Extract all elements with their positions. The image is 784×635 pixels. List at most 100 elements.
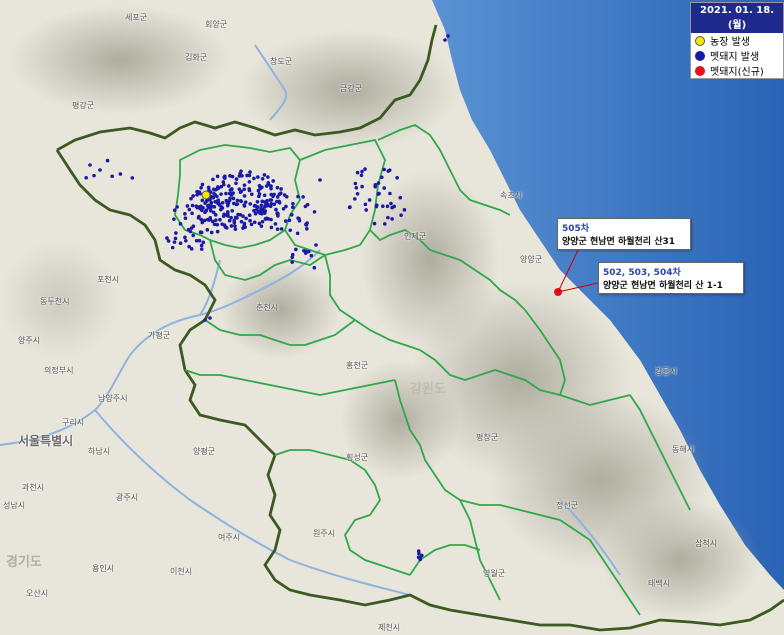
wild-boar-case-dot: [242, 187, 246, 192]
wild-boar-case-dot: [211, 177, 215, 182]
wild-boar-case-dot: [175, 205, 179, 209]
wild-boar-case-dot: [382, 186, 387, 190]
place-label: 가평군: [148, 331, 171, 340]
wild-boar-case-dot: [194, 238, 199, 243]
wild-boar-case-dot: [275, 195, 280, 199]
wild-boar-case-dot: [230, 187, 234, 191]
wild-boar-case-dot: [229, 224, 234, 228]
legend-label: 농장 발생: [710, 37, 750, 48]
wild-boar-case-dot: [249, 192, 254, 197]
wild-boar-case-dot: [216, 185, 220, 189]
wild-boar-case-dot: [247, 213, 252, 218]
wild-boar-marker-icon: [695, 50, 705, 61]
place-label: 구리시: [62, 418, 85, 427]
wild-boar-case-dot: [242, 194, 247, 198]
wild-boar-case-dot: [374, 204, 379, 209]
wild-boar-case-dot: [183, 212, 187, 216]
wild-boar-case-dot: [359, 173, 364, 178]
wild-boar-case-dot: [253, 203, 257, 208]
legend-item-farm: 농장 발생: [691, 33, 783, 48]
wild-boar-case-dot: [260, 219, 265, 224]
wild-boar-case-dot: [215, 194, 219, 199]
wild-boar-case-dot: [231, 196, 236, 201]
wild-boar-case-dot: [272, 202, 277, 207]
wild-boar-case-dot: [291, 201, 295, 206]
wild-boar-case-dot: [189, 226, 194, 230]
callout-502-504: 502, 503, 504차 양양군 현남면 하월천리 산 1-1: [598, 262, 744, 294]
wild-boar-case-dot: [225, 212, 230, 217]
wild-boar-case-dot: [238, 213, 243, 217]
wild-boar-case-dot: [187, 244, 191, 249]
wild-boar-case-dot: [208, 217, 212, 222]
wild-boar-case-dot: [312, 265, 317, 270]
wild-boar-case-dot: [174, 231, 178, 235]
wild-boar-case-dot: [218, 217, 222, 222]
wild-boar-case-dot: [165, 236, 169, 240]
wild-boar-case-dot: [235, 198, 240, 203]
wild-boar-case-dot: [199, 247, 204, 251]
place-label: 횡성군: [346, 453, 369, 462]
wild-boar-case-dot: [220, 200, 225, 205]
wild-boar-case-dot: [244, 216, 248, 221]
wild-boar-case-dot: [172, 208, 177, 213]
legend-label: 멧돼지 발생: [710, 52, 760, 63]
wild-boar-case-dot: [209, 230, 214, 235]
wild-boar-case-dot: [230, 209, 235, 213]
wild-boar-case-dot: [294, 247, 298, 252]
wild-boar-case-dot: [272, 192, 276, 197]
wild-boar-case-dot: [275, 199, 279, 204]
new-wild-boar-marker-icon: [695, 65, 705, 76]
wild-boar-case-dot: [309, 253, 314, 258]
wild-boar-case-dot: [269, 225, 274, 230]
wild-boar-case-dot: [266, 175, 270, 179]
wild-boar-case-dot: [281, 206, 286, 211]
wild-boar-case-dot: [395, 175, 399, 180]
wild-boar-case-dot: [203, 318, 207, 322]
wild-boar-case-dot: [376, 192, 381, 196]
wild-boar-case-dot: [200, 182, 205, 187]
place-label: 여주시: [218, 533, 241, 542]
wild-boar-case-dot: [198, 230, 203, 235]
wild-boar-case-dot: [271, 179, 276, 183]
wild-boar-case-dot: [219, 184, 224, 189]
wild-boar-case-dot: [269, 217, 273, 222]
wild-boar-case-dot: [118, 172, 123, 176]
callout-location: 양양군 현남면 하월천리 산 1-1: [603, 281, 723, 291]
wild-boar-case-dot: [289, 212, 294, 217]
wild-boar-case-dot: [221, 214, 226, 218]
wild-boar-case-dot: [88, 163, 92, 167]
wild-boar-case-dot: [249, 222, 254, 227]
wild-boar-case-dot: [312, 210, 317, 214]
place-label: 회양군: [205, 20, 228, 29]
wild-boar-case-dot: [211, 187, 216, 192]
wild-boar-case-dot: [260, 199, 265, 204]
wild-boar-case-dot: [386, 215, 390, 220]
wild-boar-case-dot: [263, 209, 268, 213]
wild-boar-case-dot: [257, 192, 262, 196]
wild-boar-case-dot: [233, 224, 237, 228]
place-label: 양주시: [18, 336, 41, 345]
wild-boar-case-dot: [243, 200, 248, 204]
wild-boar-case-dot: [262, 173, 267, 177]
wild-boar-case-dot: [443, 38, 447, 42]
wild-boar-case-dot: [239, 169, 243, 173]
wild-boar-case-dot: [385, 204, 390, 209]
wild-boar-case-dot: [355, 170, 360, 175]
wild-boar-case-dot: [224, 191, 228, 196]
wild-boar-case-dot: [255, 200, 260, 204]
wild-boar-case-dot: [386, 169, 391, 173]
wild-boar-case-dot: [187, 207, 192, 212]
wild-boar-case-dot: [390, 217, 394, 221]
wild-boar-case-dot: [197, 214, 201, 219]
wild-boar-case-dot: [199, 185, 203, 190]
wild-boar-case-dot: [274, 207, 278, 212]
place-label: 세포군: [125, 13, 148, 22]
wild-boar-case-dot: [230, 174, 235, 179]
wild-boar-case-dot: [275, 185, 280, 190]
place-label: 포천시: [97, 275, 120, 284]
wild-boar-case-dot: [263, 203, 268, 208]
wild-boar-case-dot: [206, 205, 211, 210]
callout-order: 505차: [562, 224, 590, 234]
wild-boar-case-dot: [194, 204, 198, 208]
place-label: 용인시: [92, 564, 115, 573]
